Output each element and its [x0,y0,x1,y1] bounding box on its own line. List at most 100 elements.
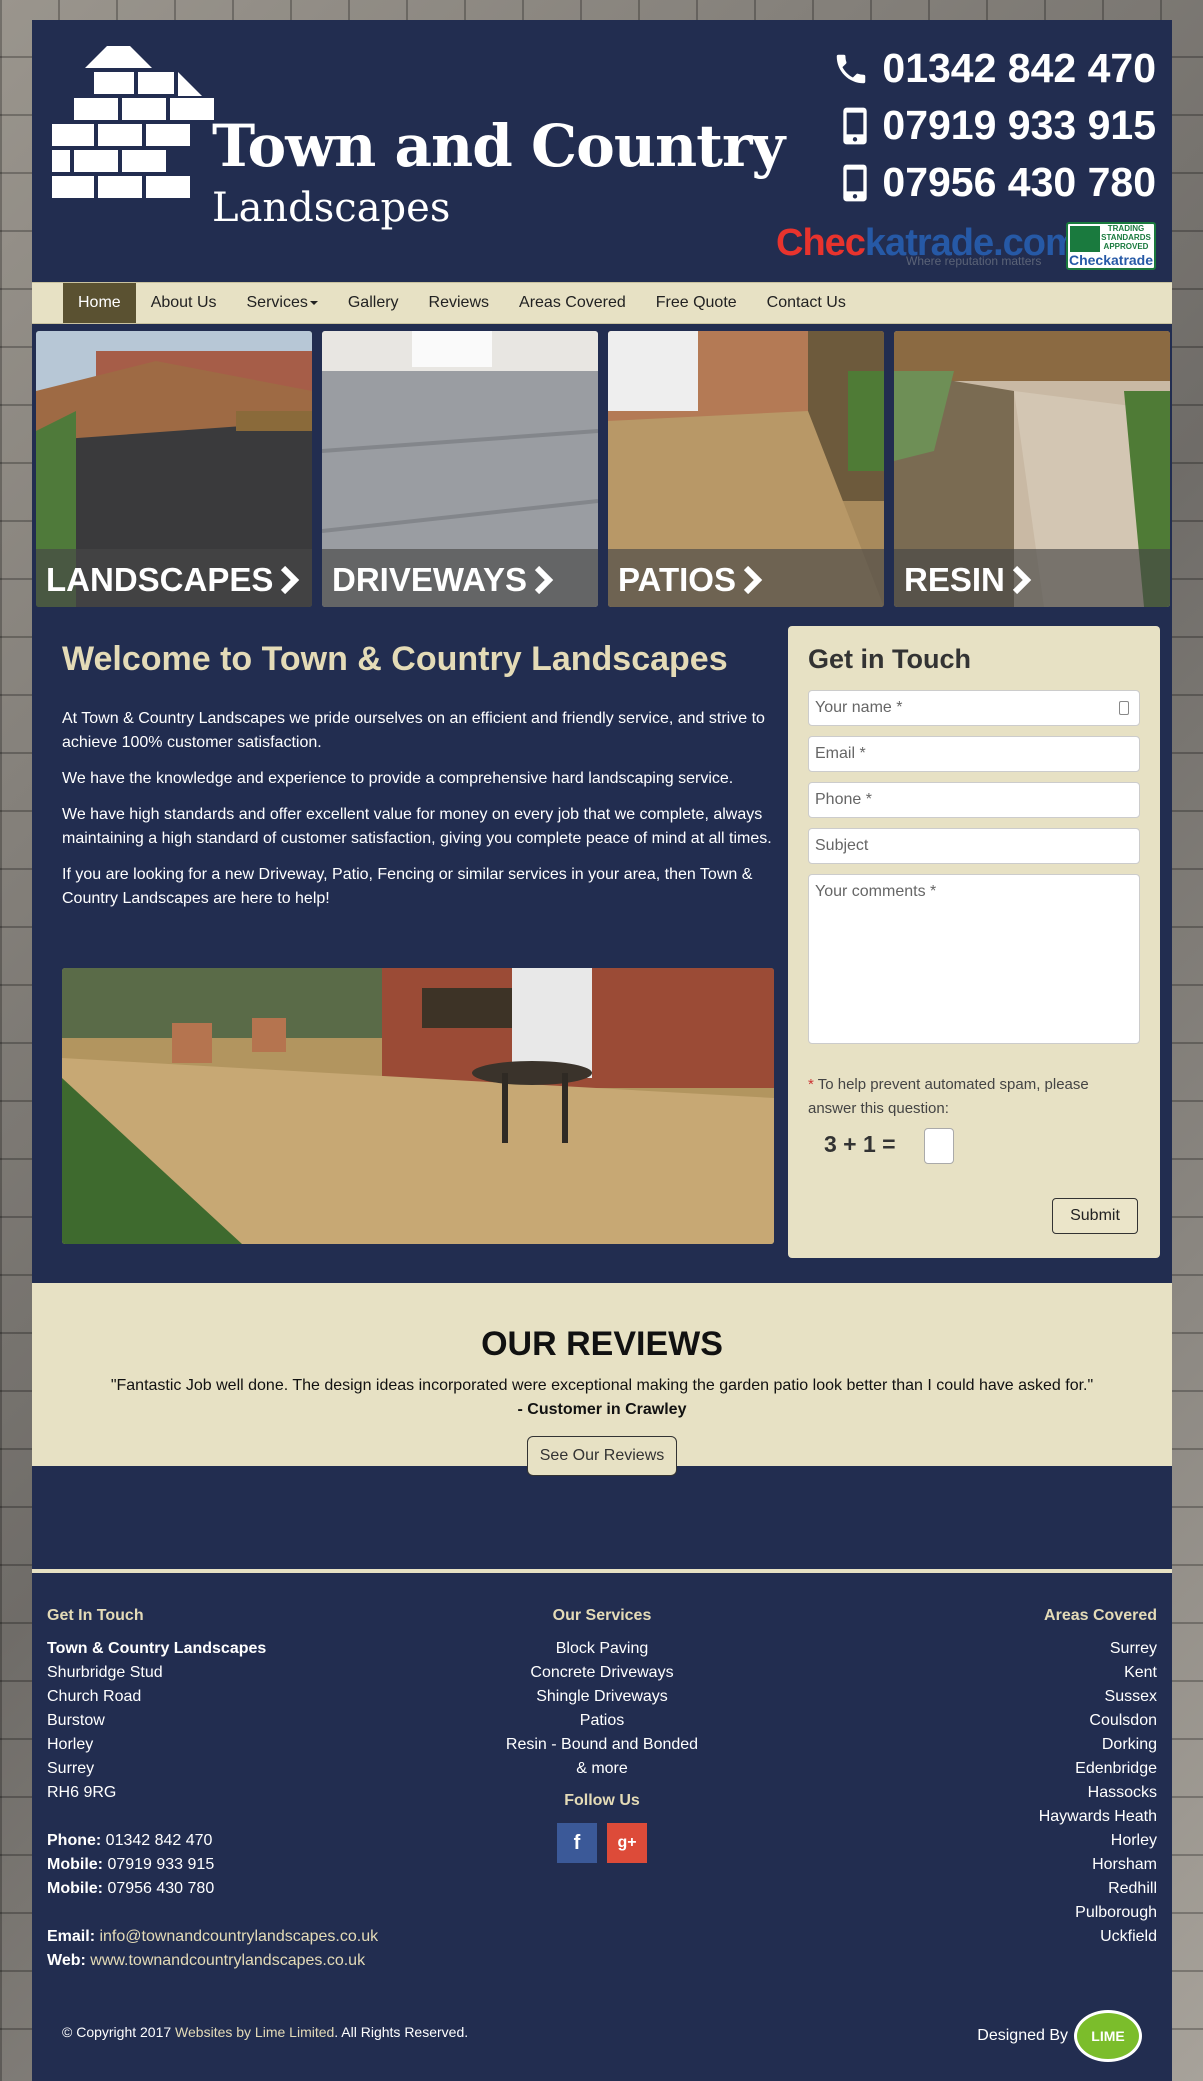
email-field[interactable]: Email * [808,736,1140,772]
chevron-right-icon [743,565,763,595]
area-item[interactable]: Haywards Heath [757,1805,1157,1829]
nav-about[interactable]: About Us [136,283,232,323]
footer-contact: Get In Touch Town & Country Landscapes S… [47,1604,447,1973]
welcome-title: Welcome to Town & Country Landscapes [62,640,728,678]
captcha-input[interactable] [924,1128,954,1164]
footer-areas-title: Areas Covered [1044,1607,1157,1624]
nav-reviews[interactable]: Reviews [414,283,504,323]
mobile-phone-2[interactable]: 07956 430 780 [796,154,1156,211]
web-link[interactable]: www.townandcountrylandscapes.co.uk [86,1952,365,1969]
tile-driveways[interactable]: DRIVEWAYS [322,331,598,607]
tile-resin[interactable]: RESIN [894,331,1170,607]
mobile-icon [843,107,868,144]
service-link[interactable]: Block Paving [402,1637,802,1661]
mobile-number-1: 07919 933 915 [882,102,1156,148]
brick-house-icon [52,46,214,198]
tile-label: PATIOS [618,561,764,599]
checkatrade-tagline: Where reputation matters [906,254,1042,268]
tile-patios[interactable]: PATIOS [608,331,884,607]
lime-link[interactable]: Websites by Lime Limited [175,2024,334,2040]
address-line: RH6 9RG [47,1784,117,1801]
area-item[interactable]: Uckfield [757,1925,1157,1949]
address-line: Horley [47,1736,94,1753]
nav-quote[interactable]: Free Quote [641,283,752,323]
address-line: Shurbridge Stud [47,1664,163,1681]
phone-field[interactable]: Phone * [808,782,1140,818]
service-link[interactable]: Shingle Driveways [402,1685,802,1709]
area-item[interactable]: Edenbridge [757,1757,1157,1781]
mobile-number-2: 07956 430 780 [882,159,1156,205]
area-item[interactable]: Dorking [757,1733,1157,1757]
designed-by-label: Designed By [977,2027,1068,2044]
tile-landscapes[interactable]: LANDSCAPES [36,331,312,607]
site-header: Town and Country Landscapes 01342 842 47… [32,20,1172,282]
address-line: Surrey [47,1760,95,1777]
contact-form: Get in Touch Your name * Email * Phone *… [788,626,1160,1258]
address-line: Burstow [47,1712,105,1729]
service-link[interactable]: & more [402,1757,802,1781]
mobile-icon [843,164,868,201]
landline-phone[interactable]: 01342 842 470 [796,40,1156,97]
logo-subtitle: Landscapes [212,185,451,231]
area-item[interactable]: Surrey [757,1637,1157,1661]
mobile-phone-1[interactable]: 07919 933 915 [796,97,1156,154]
reviews-section: OUR REVIEWS "Fantastic Job well done. Th… [32,1283,1172,1476]
name-field[interactable]: Your name * [808,690,1140,726]
area-item[interactable]: Pulborough [757,1901,1157,1925]
spam-notice: * To help prevent automated spam, please… [808,1076,1089,1117]
service-link[interactable]: Concrete Driveways [402,1661,802,1685]
email-link[interactable]: info@townandcountrylandscapes.co.uk [95,1928,378,1945]
nav-contact[interactable]: Contact Us [752,283,861,323]
area-item[interactable]: Kent [757,1661,1157,1685]
footer-mobile-2: Mobile: 07956 430 780 [47,1880,215,1897]
site-logo[interactable]: Town and Country Landscapes [52,40,785,231]
see-reviews-button[interactable]: See Our Reviews [527,1436,677,1476]
footer-email: Email: info@townandcountrylandscapes.co.… [47,1928,379,1945]
reviews-title: OUR REVIEWS [481,1325,723,1363]
footer-mobile-1: Mobile: 07919 933 915 [47,1856,215,1873]
service-link[interactable]: Resin - Bound and Bonded [402,1733,802,1757]
facebook-icon[interactable]: f [557,1823,597,1863]
footer-areas: Areas Covered Surrey Kent Sussex Coulsdo… [757,1604,1157,1949]
area-item[interactable]: Coulsdon [757,1709,1157,1733]
area-item[interactable]: Sussex [757,1685,1157,1709]
welcome-paragraph: We have high standards and offer excelle… [62,806,772,847]
comments-field[interactable]: Your comments * [808,874,1140,1044]
area-item[interactable]: Redhill [757,1877,1157,1901]
form-title: Get in Touch [808,644,971,674]
footer-phone: Phone: 01342 842 470 [47,1832,213,1849]
tile-label: LANDSCAPES [46,561,301,599]
phone-number: 01342 842 470 [882,45,1156,91]
nav-services[interactable]: Services [232,283,333,323]
tile-label: DRIVEWAYS [332,561,555,599]
lime-logo[interactable]: LIME [1074,2010,1142,2062]
nav-gallery[interactable]: Gallery [333,283,414,323]
area-item[interactable]: Horsham [757,1853,1157,1877]
company-name: Town & Country Landscapes [47,1640,267,1657]
footer-services-title: Our Services [552,1607,652,1624]
google-plus-icon[interactable]: g+ [607,1823,647,1863]
chevron-right-icon [1012,565,1032,595]
checkatrade-logo[interactable]: Checkatrade.com Where reputation matters… [776,222,1156,272]
captcha-question: 3 + 1 = [824,1131,896,1157]
welcome-paragraph: If you are looking for a new Driveway, P… [62,866,753,907]
welcome-section: Welcome to Town & Country Landscapes At … [62,640,774,923]
nav-areas[interactable]: Areas Covered [504,283,641,323]
review-customer: - Customer in Crawley [517,1401,687,1418]
phone-icon [837,54,866,83]
welcome-paragraph: At Town & Country Landscapes we pride ou… [62,710,765,751]
subject-field[interactable]: Subject [808,828,1140,864]
area-item[interactable]: Horley [757,1829,1157,1853]
area-item[interactable]: Hassocks [757,1781,1157,1805]
social-links: f g+ [402,1823,802,1863]
footer-contact-title: Get In Touch [47,1607,144,1624]
service-tiles: LANDSCAPES DRIVEWAYS PATIOS RESIN [36,331,1170,607]
service-link[interactable]: Patios [402,1709,802,1733]
nav-home[interactable]: Home [63,283,136,323]
submit-button[interactable]: Submit [1052,1198,1138,1234]
patio-photo [62,968,774,1244]
logo-title: Town and Country [212,112,785,180]
welcome-paragraph: We have the knowledge and experience to … [62,770,734,787]
page-wrapper: Town and Country Landscapes 01342 842 47… [32,20,1172,2081]
footer-divider [32,1569,1172,1573]
